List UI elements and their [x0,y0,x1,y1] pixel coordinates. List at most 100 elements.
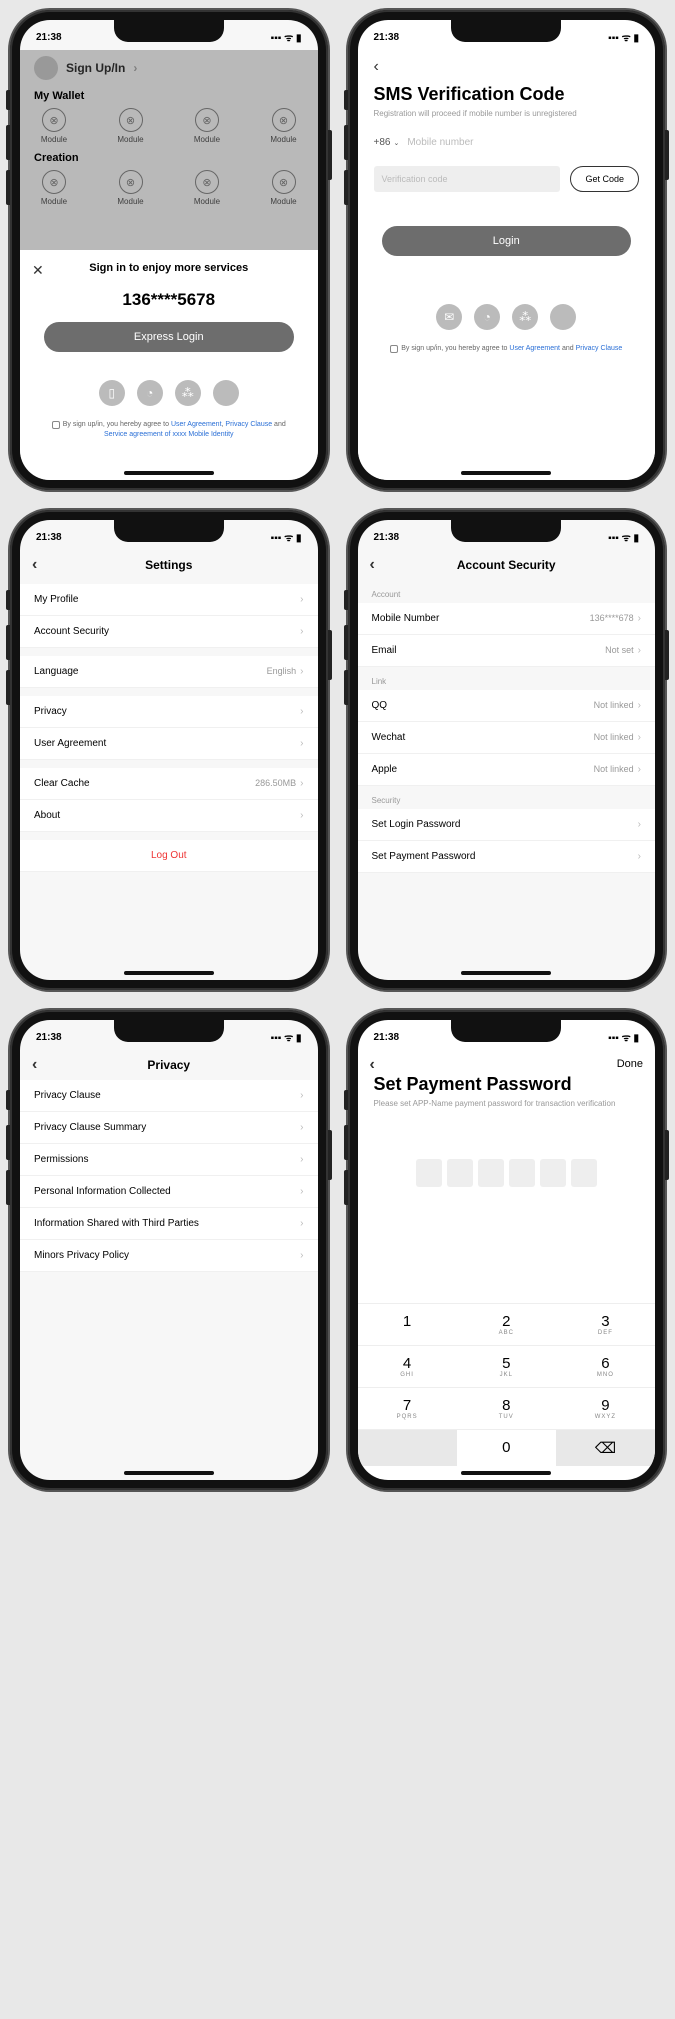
user-agreement-link[interactable]: User Agreement [509,345,560,352]
country-code-select[interactable]: +86 ⌄ [374,137,400,148]
back-icon[interactable]: ‹ [370,1056,375,1074]
privacy-row[interactable]: Privacy› [20,696,318,728]
chevron-down-icon: ⌄ [393,139,399,147]
key-5[interactable]: 5JKL [457,1345,556,1387]
phone-login-icon[interactable]: ▯ [99,380,125,406]
pin-digit [540,1159,566,1187]
qq-login-icon[interactable]: ◔ [474,304,500,330]
status-icons: ▪▪▪ ᯤ ▮ [608,30,639,44]
backspace-icon: ⌫ [595,1440,616,1457]
chevron-right-icon: › [638,851,641,862]
key-backspace[interactable]: ⌫ [556,1429,655,1466]
key-6[interactable]: 6MNO [556,1345,655,1387]
chevron-right-icon: › [300,778,303,789]
clear-cache-row[interactable]: Clear Cache286.50MB› [20,768,318,800]
third-parties-row[interactable]: Information Shared with Third Parties› [20,1208,318,1240]
key-9[interactable]: 9WXYZ [556,1387,655,1429]
pin-digit [416,1159,442,1187]
chevron-right-icon: › [300,810,303,821]
chevron-right-icon: › [300,1218,303,1229]
pin-digit [509,1159,535,1187]
chevron-right-icon: › [638,732,641,743]
wechat-login-icon[interactable]: ⁂ [512,304,538,330]
user-agreement-link[interactable]: User Agreement [171,421,222,428]
back-icon[interactable]: ‹ [370,556,375,574]
chevron-right-icon: › [300,1186,303,1197]
pin-digit [478,1159,504,1187]
apple-login-icon[interactable] [213,380,239,406]
chevron-right-icon: › [300,594,303,605]
key-7[interactable]: 7PQRS [358,1387,457,1429]
chevron-right-icon: › [300,1122,303,1133]
status-icons: ▪▪▪ ᯤ ▮ [271,1030,302,1044]
service-agreement-link[interactable]: Service agreement of xxxx Mobile Identit… [104,431,234,438]
login-sheet: ✕ Sign in to enjoy more services 136****… [20,250,318,480]
account-security-row[interactable]: Account Security› [20,616,318,648]
chevron-right-icon: › [638,613,641,624]
mobile-row[interactable]: Mobile Number136****678› [358,603,656,635]
apple-row[interactable]: AppleNot linked› [358,754,656,786]
pin-digit [447,1159,473,1187]
privacy-clause-link[interactable]: Privacy Clause [576,345,623,352]
group-account: Account [358,580,656,603]
status-icons: ▪▪▪ ᯤ ▮ [608,1030,639,1044]
email-row[interactable]: EmailNot set› [358,635,656,667]
page-title: Set Payment Password [374,1074,640,1095]
chevron-right-icon: › [638,700,641,711]
back-icon[interactable]: ‹ [32,1056,37,1074]
pin-digit [571,1159,597,1187]
chevron-right-icon: › [300,738,303,749]
user-agreement-row[interactable]: User Agreement› [20,728,318,760]
apple-login-icon[interactable] [550,304,576,330]
get-code-button[interactable]: Get Code [570,166,639,192]
pin-input[interactable] [374,1159,640,1187]
express-login-button[interactable]: Express Login [44,322,294,352]
close-icon[interactable]: ✕ [32,262,44,279]
key-4[interactable]: 4GHI [358,1345,457,1387]
privacy-summary-row[interactable]: Privacy Clause Summary› [20,1112,318,1144]
qq-row[interactable]: QQNot linked› [358,690,656,722]
language-row[interactable]: LanguageEnglish› [20,656,318,688]
status-time: 21:38 [36,532,62,543]
back-icon[interactable]: ‹ [374,58,640,76]
status-icons: ▪▪▪ ᯤ ▮ [608,530,639,544]
key-0[interactable]: 0 [457,1429,556,1466]
mobile-input[interactable]: Mobile number [407,137,639,148]
agree-checkbox[interactable] [390,345,398,353]
chevron-right-icon: › [300,1090,303,1101]
agree-checkbox[interactable] [52,421,60,429]
permissions-row[interactable]: Permissions› [20,1144,318,1176]
personal-info-row[interactable]: Personal Information Collected› [20,1176,318,1208]
payment-password-row[interactable]: Set Payment Password› [358,841,656,873]
login-password-row[interactable]: Set Login Password› [358,809,656,841]
key-2[interactable]: 2ABC [457,1303,556,1345]
chevron-right-icon: › [300,666,303,677]
login-button[interactable]: Login [382,226,632,256]
about-row[interactable]: About› [20,800,318,832]
wechat-row[interactable]: WechatNot linked› [358,722,656,754]
sheet-title: Sign in to enjoy more services [36,262,302,274]
status-time: 21:38 [374,32,400,43]
privacy-clause-row[interactable]: Privacy Clause› [20,1080,318,1112]
logout-button[interactable]: Log Out [20,840,318,872]
status-time: 21:38 [374,1032,400,1043]
key-8[interactable]: 8TUV [457,1387,556,1429]
qq-login-icon[interactable]: ◔ [137,380,163,406]
agreement-text: By sign up/in, you hereby agree to User … [36,420,302,440]
numeric-keypad: 1 2ABC 3DEF 4GHI 5JKL 6MNO 7PQRS 8TUV 9W… [358,1303,656,1466]
masked-phone: 136****5678 [36,290,302,310]
page-title: SMS Verification Code [374,84,640,105]
agreement-text: By sign up/in, you hereby agree to User … [374,344,640,354]
code-input[interactable]: Verification code [374,166,561,192]
my-profile-row[interactable]: My Profile› [20,584,318,616]
back-icon[interactable]: ‹ [32,556,37,574]
key-1[interactable]: 1 [358,1303,457,1345]
done-button[interactable]: Done [617,1058,643,1070]
wechat-login-icon[interactable]: ⁂ [175,380,201,406]
minors-policy-row[interactable]: Minors Privacy Policy› [20,1240,318,1272]
key-blank [358,1429,457,1466]
privacy-clause-link[interactable]: Privacy Clause [225,421,272,428]
chevron-right-icon: › [638,819,641,830]
key-3[interactable]: 3DEF [556,1303,655,1345]
mail-login-icon[interactable]: ✉ [436,304,462,330]
